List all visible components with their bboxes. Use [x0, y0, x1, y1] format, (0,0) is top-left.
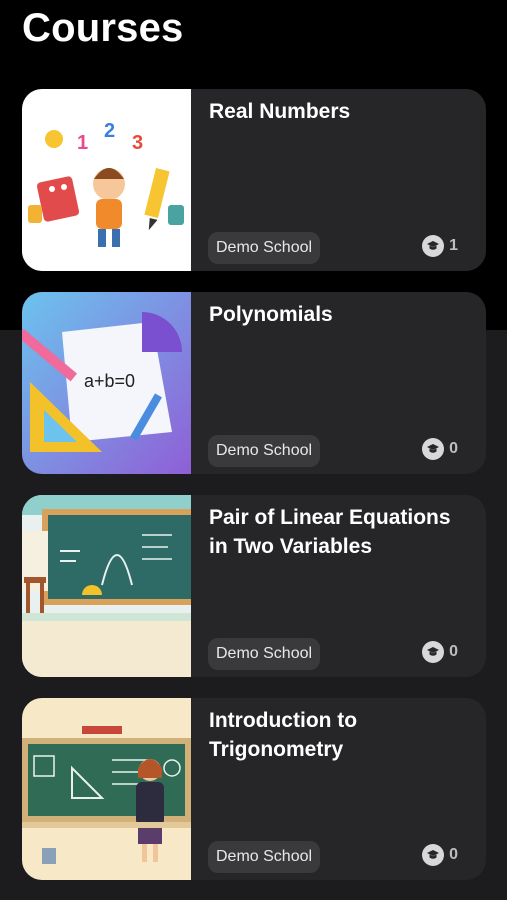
enrollment-count: 0: [422, 844, 458, 866]
course-thumbnail: a+b=0: [22, 292, 191, 474]
classroom-blackboard-illustration: [22, 495, 191, 677]
course-info: Polynomials Demo School 0: [191, 292, 486, 474]
svg-text:3: 3: [132, 132, 143, 154]
enrollment-count: 0: [422, 641, 458, 663]
svg-text:1: 1: [77, 132, 88, 154]
course-title: Polynomials: [209, 303, 333, 326]
course-list: 1 2 3 Real Numbers Demo School 1 a+b=0 P…: [22, 89, 486, 900]
course-title: Introduction to Trigonometry: [209, 709, 358, 761]
svg-text:2: 2: [104, 120, 115, 142]
enrollment-number: 1: [449, 237, 458, 254]
course-title: Pair of Linear Equations in Two Variable…: [209, 506, 451, 558]
kids-numbers-illustration: 1 2 3: [22, 89, 191, 271]
enrollment-count: 0: [422, 438, 458, 460]
enrollment-number: 0: [449, 440, 458, 457]
course-card-real-numbers[interactable]: 1 2 3 Real Numbers Demo School 1: [22, 89, 486, 271]
course-thumbnail: 1 2 3: [22, 89, 191, 271]
enrollment-number: 0: [449, 846, 458, 863]
course-title: Real Numbers: [209, 100, 351, 123]
enrollment-number: 0: [449, 643, 458, 660]
school-badge: Demo School: [208, 638, 321, 670]
course-card-trigonometry[interactable]: Introduction to Trigonometry Demo School…: [22, 698, 486, 880]
course-info: Introduction to Trigonometry Demo School…: [191, 698, 486, 880]
graduation-cap-icon: [422, 641, 445, 663]
course-info: Real Numbers Demo School 1: [191, 89, 486, 271]
svg-text:a+b=0: a+b=0: [84, 371, 135, 391]
page-title: Courses: [22, 6, 184, 50]
math-paper-illustration: a+b=0: [22, 292, 191, 474]
course-thumbnail: [22, 495, 191, 677]
school-badge: Demo School: [208, 435, 321, 467]
school-badge: Demo School: [208, 841, 321, 873]
school-badge: Demo School: [208, 232, 321, 264]
graduation-cap-icon: [422, 844, 445, 866]
graduation-cap-icon: [422, 438, 445, 460]
enrollment-count: 1: [422, 235, 458, 257]
course-info: Pair of Linear Equations in Two Variable…: [191, 495, 486, 677]
graduation-cap-icon: [422, 235, 445, 257]
course-card-linear-equations[interactable]: Pair of Linear Equations in Two Variable…: [22, 495, 486, 677]
course-card-polynomials[interactable]: a+b=0 Polynomials Demo School 0: [22, 292, 486, 474]
teacher-trigonometry-illustration: [22, 698, 191, 880]
course-thumbnail: [22, 698, 191, 880]
